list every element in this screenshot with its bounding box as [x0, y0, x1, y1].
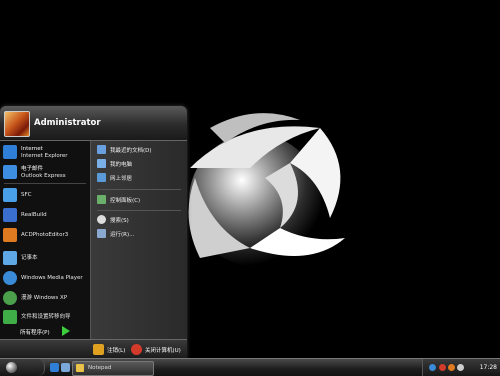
all-programs-button[interactable]: 所有程序(P) — [20, 328, 50, 336]
sfc-icon — [3, 188, 17, 202]
recent-item-realbuild[interactable]: RealBuild — [3, 207, 89, 225]
logoff-icon — [93, 344, 104, 355]
taskbar: Notepad 17:28 — [0, 358, 500, 376]
start-button[interactable] — [0, 359, 45, 376]
place-item-label: 控制面板(C) — [110, 198, 141, 204]
logoff-button[interactable]: 注销(L) — [93, 343, 135, 356]
media-player-icon — [3, 271, 17, 285]
run-icon — [97, 229, 106, 238]
taskbar-button-notepad[interactable]: Notepad — [72, 361, 154, 376]
pinned-item-subtitle: Outlook Express — [21, 173, 66, 179]
quicklaunch-ie-icon[interactable] — [50, 363, 59, 372]
internet-explorer-icon — [3, 145, 17, 159]
recent-item-label: Windows Media Player — [21, 275, 83, 281]
user-name: Administrator — [34, 118, 101, 128]
acd-photo-editor-icon — [3, 228, 17, 242]
transfer-wizard-icon — [3, 310, 17, 324]
tray-app-icon[interactable] — [448, 364, 455, 371]
pinned-item-subtitle: Internet Explorer — [21, 153, 68, 159]
places-divider — [97, 189, 181, 190]
place-item-label: 我的电脑 — [110, 162, 133, 168]
place-item-label: 网上邻居 — [110, 176, 133, 182]
start-menu: Administrator Internet Internet Explorer… — [0, 106, 187, 358]
quicklaunch-desktop-icon[interactable] — [61, 363, 70, 372]
recent-docs-icon — [97, 145, 106, 154]
search-icon — [97, 215, 106, 224]
place-item-label: 我最近的文档(D) — [110, 148, 152, 154]
programs-pane: Internet Internet Explorer 电子邮件 Outlook … — [0, 141, 90, 339]
shutdown-button[interactable]: 关闭计算机(U) — [131, 343, 185, 356]
system-tray: 17:28 — [422, 359, 500, 376]
tray-volume-icon[interactable] — [457, 364, 464, 371]
clock[interactable]: 17:28 — [480, 364, 497, 371]
mail-icon — [3, 165, 17, 179]
place-item-my-computer[interactable]: 我的电脑 — [97, 158, 185, 170]
recent-item-label: SFC — [21, 192, 32, 198]
recent-item-sfc[interactable]: SFC — [3, 187, 89, 205]
user-avatar[interactable] — [4, 111, 30, 137]
tray-network-icon[interactable] — [429, 364, 436, 371]
recent-item-tour[interactable]: 漫游 Windows XP — [3, 290, 89, 308]
recent-item-notepad[interactable]: 记事本 — [3, 250, 89, 268]
places-divider — [97, 210, 181, 211]
recent-item-label: RealBuild — [21, 212, 47, 218]
recent-item-label: 文件和设置转移向导 — [21, 314, 71, 320]
tray-antivirus-icon[interactable] — [439, 364, 446, 371]
place-item-recent-docs[interactable]: 我最近的文档(D) — [97, 144, 185, 156]
place-item-control-panel[interactable]: 控制面板(C) — [97, 194, 185, 206]
notepad-icon — [3, 251, 17, 265]
place-item-search[interactable]: 搜索(S) — [97, 214, 185, 226]
all-programs-arrow-icon[interactable] — [62, 326, 70, 336]
logoff-label: 注销(L) — [107, 348, 126, 354]
recent-item-label: 记事本 — [21, 255, 38, 261]
network-icon — [97, 173, 106, 182]
place-item-network[interactable]: 网上邻居 — [97, 172, 185, 184]
start-orb-icon — [6, 362, 17, 373]
folder-icon — [76, 364, 84, 372]
recent-item-transfer-wizard[interactable]: 文件和设置转移向导 — [3, 309, 89, 327]
pinned-item-internet[interactable]: Internet Internet Explorer — [3, 144, 89, 162]
places-pane: 我最近的文档(D) 我的电脑 网上邻居 控制面板(C) 搜索(S) 运行(R).… — [90, 141, 187, 339]
shutdown-label: 关闭计算机(U) — [145, 348, 181, 354]
place-item-run[interactable]: 运行(R)... — [97, 228, 185, 240]
recent-item-label: 漫游 Windows XP — [21, 295, 68, 301]
wallpaper-orb-logo — [188, 113, 345, 266]
pinned-item-title: 电子邮件 — [21, 166, 44, 172]
start-menu-footer: 注销(L) 关闭计算机(U) — [0, 339, 187, 358]
taskbar-button-label: Notepad — [88, 365, 112, 371]
place-item-label: 运行(R)... — [110, 232, 135, 238]
place-item-label: 搜索(S) — [110, 218, 129, 224]
control-panel-icon — [97, 195, 106, 204]
pinned-item-title: Internet — [21, 146, 43, 152]
start-menu-header: Administrator — [0, 106, 187, 141]
pinned-divider — [4, 183, 86, 184]
pinned-item-email[interactable]: 电子邮件 Outlook Express — [3, 164, 89, 182]
recent-item-acdphotoeditor[interactable]: ACDPhotoEditor3 — [3, 227, 89, 245]
realbuild-icon — [3, 208, 17, 222]
tour-icon — [3, 291, 17, 305]
my-computer-icon — [97, 159, 106, 168]
recent-item-media-player[interactable]: Windows Media Player — [3, 270, 89, 288]
recent-item-label: ACDPhotoEditor3 — [21, 232, 69, 238]
power-icon — [131, 344, 142, 355]
